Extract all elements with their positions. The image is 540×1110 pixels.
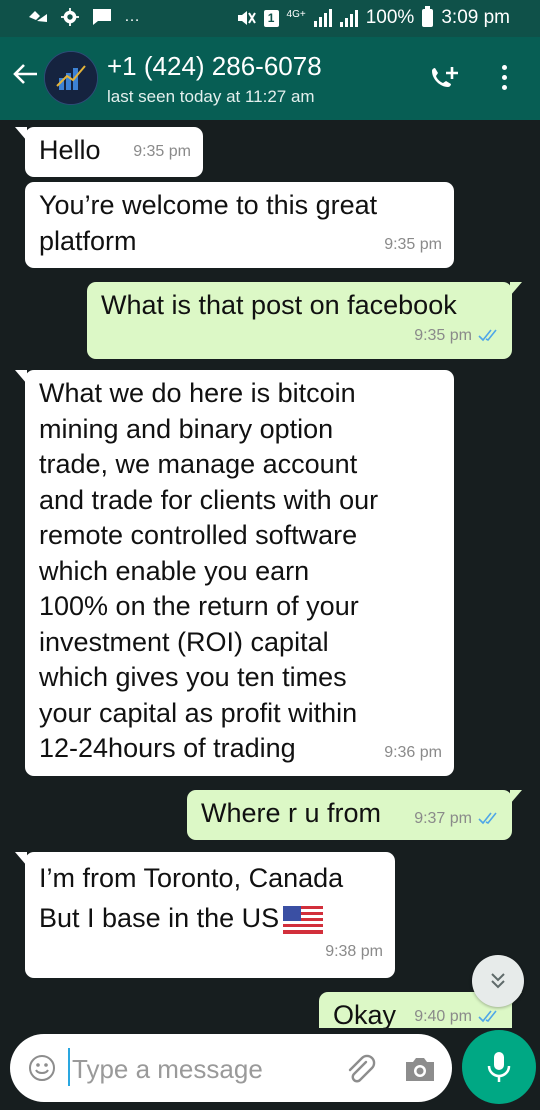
message-time: 9:35 pm [133, 142, 191, 160]
double-check-icon [478, 1010, 497, 1023]
double-check-icon [478, 812, 497, 825]
status-bar: … 1 4G+ 100% 3:09 pm [0, 0, 540, 37]
message-time: 9:35 pm [414, 326, 472, 344]
message-input[interactable] [70, 1050, 334, 1088]
battery-percent: 100% [365, 7, 415, 28]
message-bubble-incoming[interactable]: You’re welcome to this great platform 9:… [25, 182, 454, 268]
message-bubble-incoming[interactable]: Hello 9:35 pm [15, 127, 203, 177]
mic-icon [487, 1052, 511, 1082]
add-call-icon[interactable] [428, 65, 462, 95]
battery-icon [422, 6, 434, 27]
signal-2-icon [339, 9, 358, 27]
back-arrow-icon[interactable] [10, 59, 40, 89]
message-time: 9:38 pm [325, 943, 383, 960]
mic-button[interactable] [462, 1030, 536, 1104]
message-composer [10, 1034, 452, 1102]
scroll-to-bottom-button[interactable] [472, 955, 524, 1007]
last-seen-status: last seen today at 11:27 am [107, 87, 315, 106]
camera-icon[interactable] [403, 1054, 437, 1084]
more-vert-icon[interactable] [499, 65, 509, 93]
network-type: 4G+ [286, 9, 306, 20]
message-bubble-outgoing[interactable]: Where r u from 9:37 pm [187, 790, 522, 840]
message-text: You’re welcome to this great platform [39, 190, 378, 256]
message-notification-icon [93, 9, 111, 25]
message-time-row: 9:37 pm [414, 801, 500, 837]
message-bubble-incoming[interactable]: I’m from Toronto, Canada But I base in t… [15, 852, 395, 978]
message-text: What we do here is bitcoin mining and bi… [39, 378, 379, 763]
double-check-icon [478, 329, 497, 342]
clock: 3:09 pm [441, 7, 510, 28]
message-bubble-incoming[interactable]: What we do here is bitcoin mining and bi… [15, 370, 454, 776]
message-bubble-outgoing[interactable]: What is that post on facebook 9:35 pm [87, 282, 522, 359]
attach-icon[interactable] [342, 1052, 376, 1086]
message-time: 9:35 pm [384, 235, 442, 253]
us-flag-emoji [283, 905, 324, 934]
status-overflow: … [124, 8, 140, 25]
emoji-icon[interactable] [28, 1054, 56, 1082]
wallet-icon [29, 11, 47, 22]
message-time: 9:37 pm [414, 809, 472, 827]
message-list[interactable]: Hello 9:35 pm You’re welcome to this gre… [0, 120, 540, 1028]
message-time: 9:40 pm [414, 1007, 472, 1025]
chat-header: +1 (424) 286-6078 last seen today at 11:… [0, 37, 540, 120]
avatar[interactable] [44, 51, 98, 105]
double-chevron-down-icon [491, 973, 505, 989]
mute-icon [237, 11, 256, 25]
gear-icon [61, 8, 79, 26]
message-text-row: I’m from Toronto, Canada But I base in t… [39, 852, 381, 938]
message-time-row: 9:35 pm [414, 318, 500, 354]
signal-icon [313, 9, 332, 27]
sim-indicator: 1 [263, 9, 279, 27]
avatar-image [45, 52, 97, 104]
message-time: 9:36 pm [384, 743, 442, 761]
contact-name[interactable]: +1 (424) 286-6078 [107, 51, 322, 82]
